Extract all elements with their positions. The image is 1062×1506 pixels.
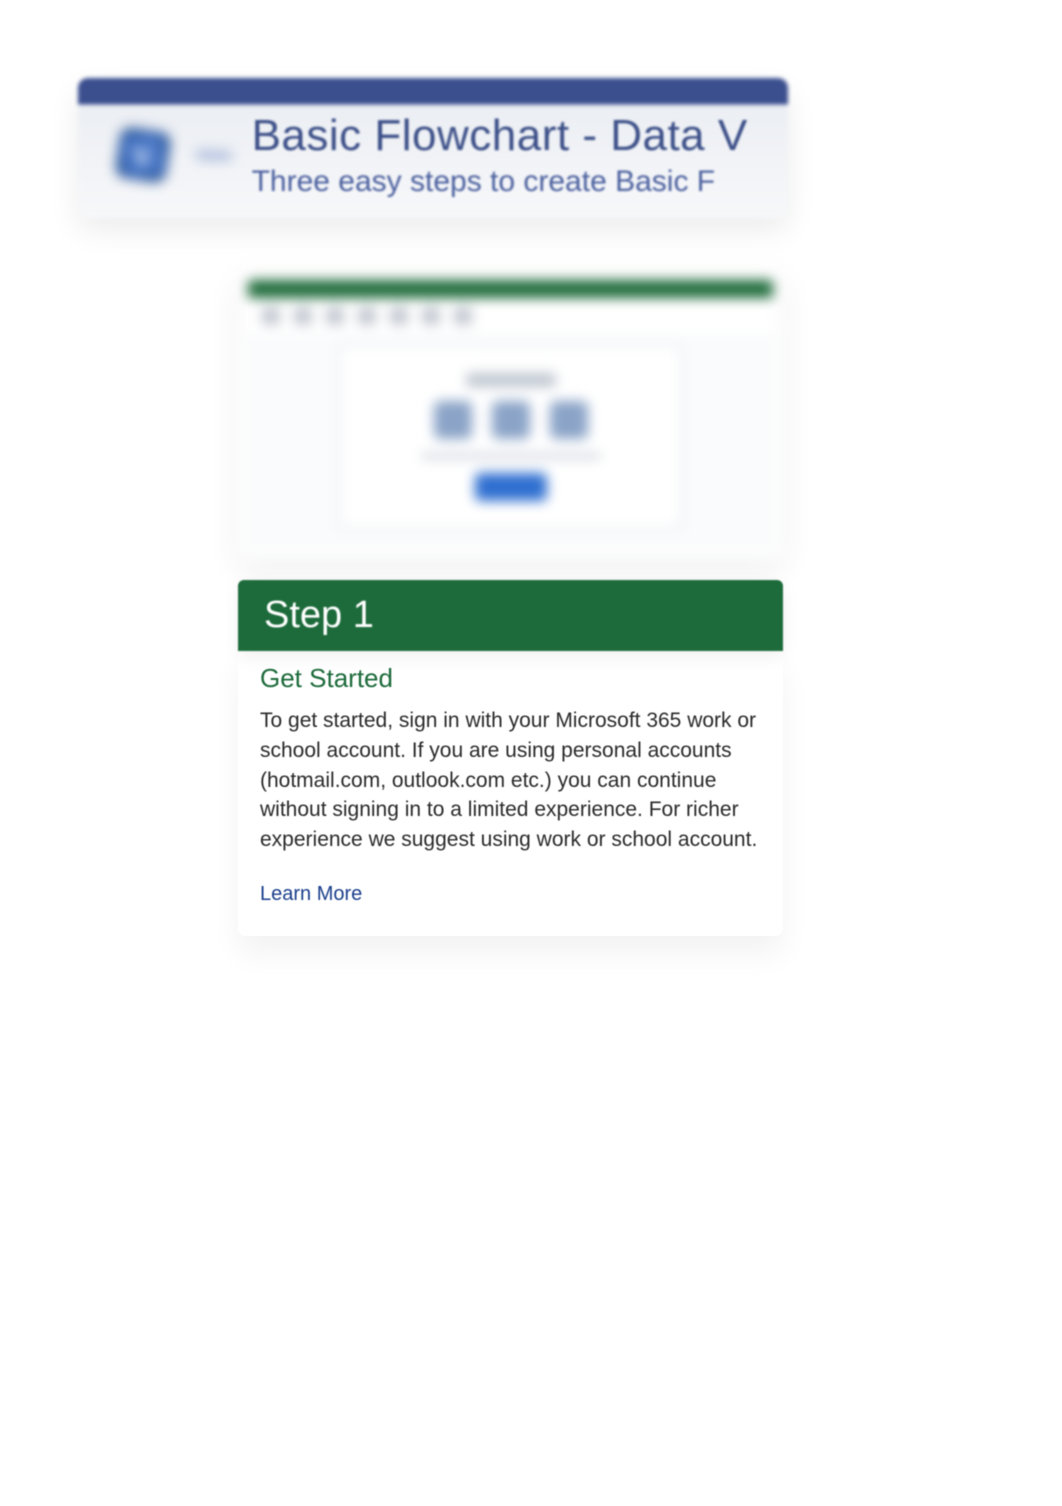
visio-label: Visio	[196, 147, 232, 164]
step-thumbnail	[238, 270, 783, 560]
visio-icon: V	[98, 110, 188, 200]
page-subtitle: Three easy steps to create Basic F	[252, 165, 748, 199]
step-card: Step 1 Get Started To get started, sign …	[238, 270, 783, 936]
step-description: To get started, sign in with your Micros…	[260, 706, 761, 855]
learn-more-link[interactable]: Learn More	[260, 883, 362, 906]
step-number-bar: Step 1	[238, 580, 783, 651]
svg-text:V: V	[134, 142, 153, 171]
page-title: Basic Flowchart - Data V	[252, 111, 748, 161]
step-subtitle: Get Started	[260, 663, 761, 694]
header: V Visio Basic Flowchart - Data V Three e…	[78, 92, 788, 218]
step-body: Get Started To get started, sign in with…	[238, 651, 783, 936]
